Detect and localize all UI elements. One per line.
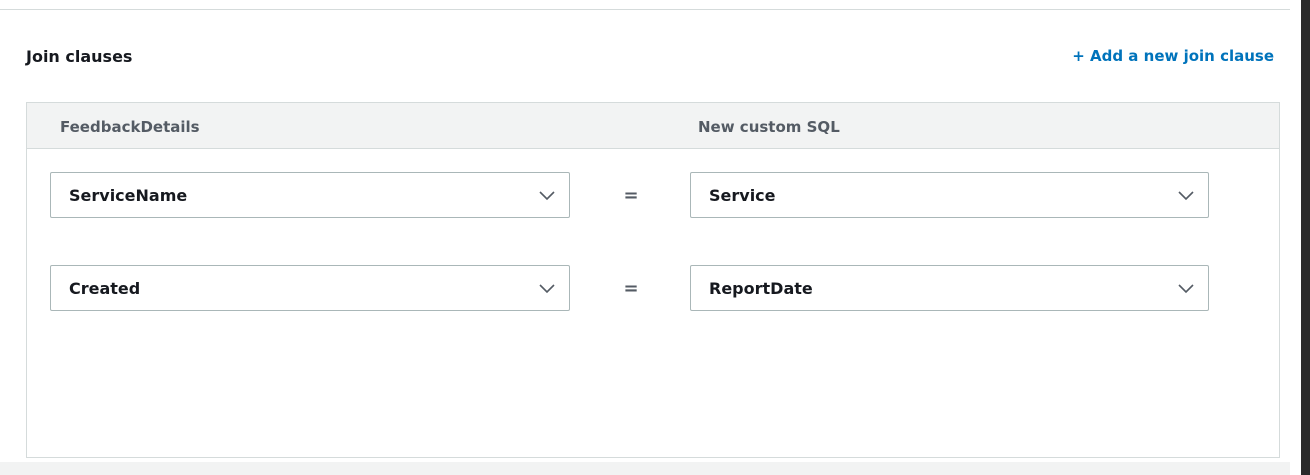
add-join-clause-link[interactable]: + Add a new join clause: [1072, 47, 1274, 65]
right-field-select[interactable]: ReportDate: [690, 265, 1209, 311]
left-field-value: ServiceName: [69, 186, 188, 205]
chevron-down-icon: [539, 284, 555, 294]
left-field-value: Created: [69, 279, 141, 298]
left-table-header: FeedbackDetails: [60, 118, 200, 136]
chevron-down-icon: [1178, 284, 1194, 294]
right-table-header: New custom SQL: [698, 118, 840, 136]
top-divider: [0, 9, 1290, 10]
right-field-value: ReportDate: [709, 279, 813, 298]
window-edge: [1301, 0, 1310, 475]
section-title: Join clauses: [26, 47, 133, 66]
chevron-down-icon: [1178, 191, 1194, 201]
panel-header: FeedbackDetails New custom SQL: [27, 103, 1279, 149]
join-clauses-panel: FeedbackDetails New custom SQL ServiceNa…: [26, 102, 1280, 458]
bottom-strip: [0, 462, 1290, 475]
chevron-down-icon: [539, 191, 555, 201]
right-field-value: Service: [709, 186, 776, 205]
equals-operator: =: [623, 278, 639, 299]
right-field-select[interactable]: Service: [690, 172, 1209, 218]
left-field-select[interactable]: ServiceName: [50, 172, 570, 218]
equals-operator: =: [623, 185, 639, 206]
left-field-select[interactable]: Created: [50, 265, 570, 311]
